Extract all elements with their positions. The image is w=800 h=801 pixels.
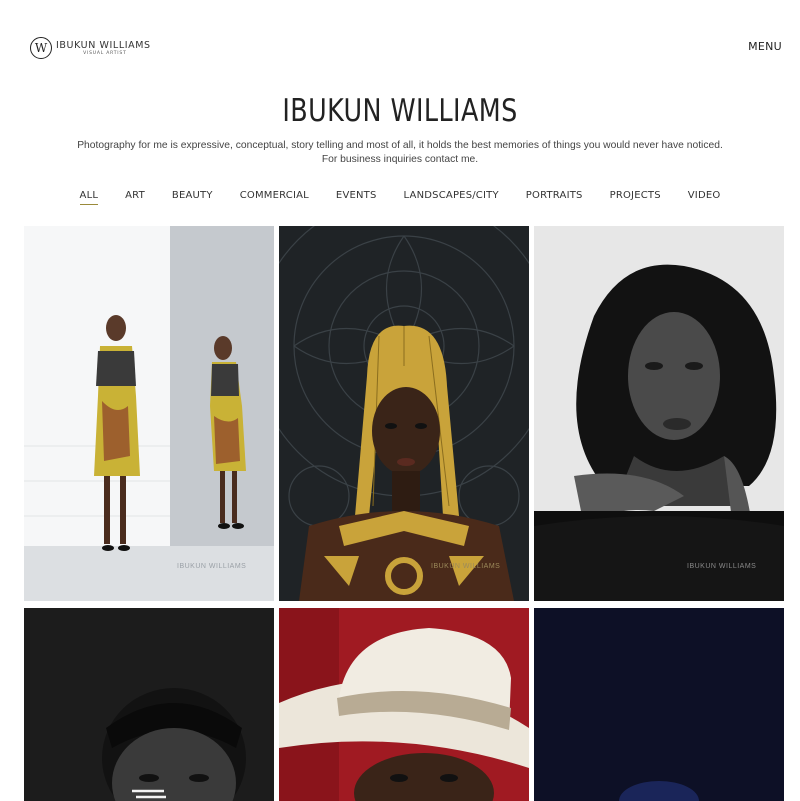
filter-commercial[interactable]: COMMERCIAL (240, 190, 309, 204)
gallery-photo-braided-portrait[interactable]: IBUKUN WILLIAMS (279, 226, 529, 601)
logo-monogram-icon: W (30, 37, 52, 59)
photo-white-hat (279, 608, 529, 801)
page-title: IBUKUN WILLIAMS (282, 93, 518, 129)
gallery-photo-bw-man[interactable] (24, 608, 274, 801)
filter-events[interactable]: EVENTS (336, 190, 377, 204)
filter-video[interactable]: VIDEO (688, 190, 721, 204)
filter-landscapes-city[interactable]: LANDSCAPES/CITY (404, 190, 499, 204)
site-header: W IBUKUN WILLIAMS VISUAL ARTIST MENU (0, 0, 800, 90)
site-logo[interactable]: W IBUKUN WILLIAMS VISUAL ARTIST (30, 37, 151, 59)
photo-watermark: IBUKUN WILLIAMS (687, 563, 757, 570)
logo-name: IBUKUN WILLIAMS (56, 39, 151, 51)
menu-button[interactable]: MENU (748, 40, 782, 53)
intro-line-1: Photography for me is expressive, concep… (77, 140, 723, 151)
photo-watermark: IBUKUN WILLIAMS (431, 563, 501, 570)
filter-projects[interactable]: PROJECTS (610, 190, 661, 204)
gallery-photo-dark-navy[interactable] (534, 608, 784, 801)
gallery-photo-fashion-dress[interactable]: IBUKUN WILLIAMS (24, 226, 274, 601)
photo-fashion-dress (24, 226, 274, 601)
logo-text: IBUKUN WILLIAMS VISUAL ARTIST (56, 40, 151, 57)
photo-braided-portrait (279, 226, 529, 601)
intro-line-2: For business inquiries contact me. (321, 154, 479, 165)
gallery-photo-bw-beauty[interactable]: IBUKUN WILLIAMS (534, 226, 784, 601)
logo-subtitle: VISUAL ARTIST (83, 50, 127, 56)
photo-bw-man (24, 608, 274, 801)
filter-art[interactable]: ART (125, 190, 145, 204)
photo-bw-beauty (534, 226, 784, 601)
intro-text: Photography for me is expressive, concep… (0, 139, 800, 167)
gallery-photo-white-hat[interactable] (279, 608, 529, 801)
filter-all[interactable]: ALL (79, 190, 99, 205)
filter-portraits[interactable]: PORTRAITS (526, 190, 583, 204)
category-filters: ALL ART BEAUTY COMMERCIAL EVENTS LANDSCA… (0, 190, 800, 205)
photo-dark-navy (534, 608, 784, 801)
photo-watermark: IBUKUN WILLIAMS (177, 563, 247, 570)
filter-beauty[interactable]: BEAUTY (172, 190, 213, 204)
